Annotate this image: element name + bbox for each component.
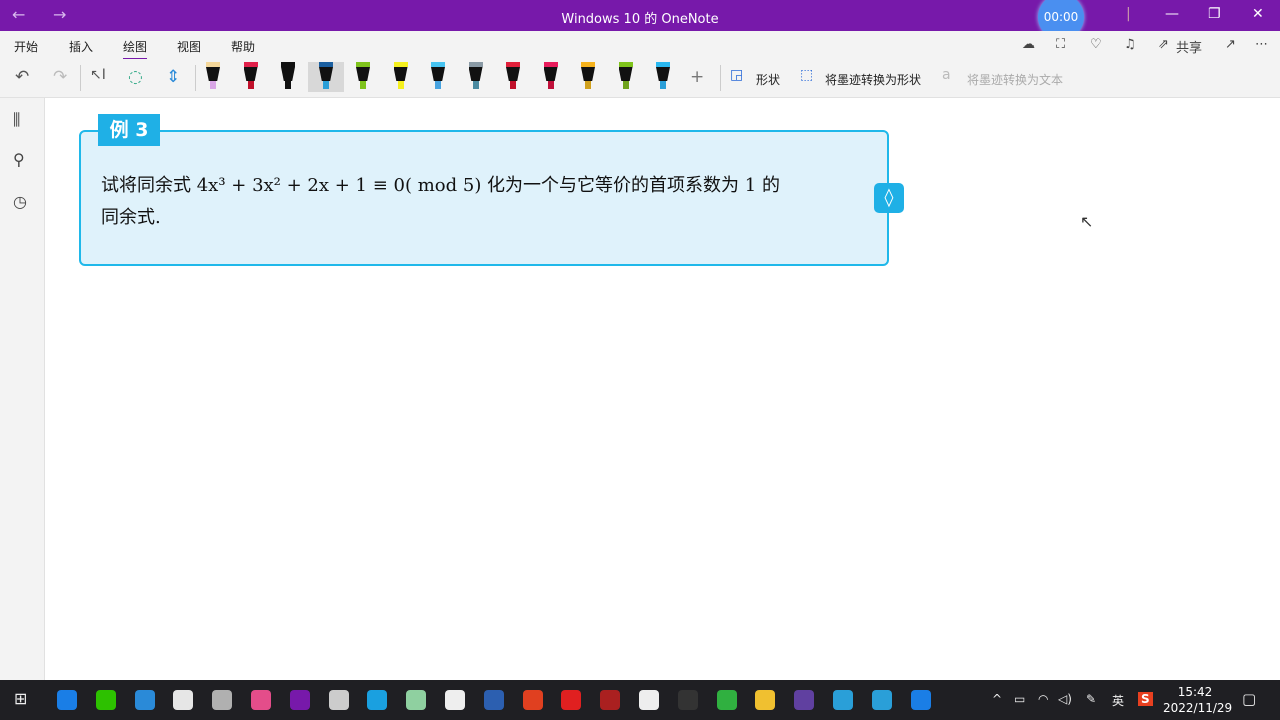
battery-icon[interactable]: ▭ (1014, 692, 1025, 706)
restore-button[interactable]: ❐ (1208, 6, 1221, 22)
pen-11[interactable] (581, 62, 595, 92)
pen-13[interactable] (656, 62, 670, 92)
ink-to-text-icon: a (942, 67, 951, 83)
taskbar-app-icon[interactable] (251, 690, 271, 710)
ink-to-shape-button[interactable]: 将墨迹转换为形状 (825, 71, 921, 88)
pen-4[interactable] (308, 62, 344, 92)
notebooks-icon[interactable]: ⫼ (13, 110, 20, 130)
fullscreen-icon[interactable]: ⛶ (1056, 37, 1065, 52)
sogou-icon[interactable]: S (1138, 692, 1153, 706)
undo-icon[interactable]: ↶ (15, 67, 29, 87)
shapes-icon[interactable]: ◲ (730, 67, 743, 83)
shapes-button[interactable]: 形状 (756, 71, 780, 88)
taskbar: ⊞ ^ ▭ ◠ ◁) ✎ 英 S 15:42 2022/11/29 ▢ (0, 680, 1280, 720)
window-title: Windows 10 的 OneNote (561, 12, 719, 27)
time: 15:42 (1177, 685, 1213, 699)
pen-12[interactable] (618, 62, 633, 92)
recent-icon[interactable]: ◷ (13, 192, 27, 211)
taskbar-app-icon[interactable] (134, 690, 155, 710)
share-icon[interactable]: ⇗ (1158, 37, 1169, 52)
taskbar-app-icon[interactable] (212, 690, 233, 710)
taskbar-app-icon[interactable] (367, 690, 388, 710)
mouse-cursor-icon: ↖ (1080, 212, 1094, 231)
pen-3[interactable] (281, 62, 295, 92)
taskbar-app-icon[interactable] (639, 690, 659, 710)
taskbar-app-icon[interactable] (716, 690, 737, 710)
search-icon[interactable]: ⚲ (13, 150, 25, 169)
taskbar-app-icon[interactable] (871, 690, 892, 710)
lightbulb-icon[interactable]: ♡ (1090, 37, 1102, 52)
taskbar-app-icon[interactable] (95, 690, 116, 710)
pen-6[interactable] (393, 62, 408, 92)
tab-draw[interactable]: 绘图 (123, 38, 148, 61)
text-line-2: 同余式. (101, 207, 161, 228)
taskbar-app-icon[interactable] (173, 690, 194, 710)
taskbar-app-icon[interactable] (289, 690, 310, 710)
taskbar-app-icon[interactable] (328, 690, 349, 710)
date: 2022/11/29 (1163, 701, 1233, 715)
pen-7[interactable] (431, 62, 445, 92)
taskbar-app-icon[interactable] (677, 690, 698, 710)
taskbar-app-icon[interactable] (561, 690, 582, 710)
taskbar-app-icon[interactable] (794, 690, 815, 710)
wifi-icon[interactable]: ◠ (1038, 692, 1048, 706)
close-button[interactable]: ✕ (1252, 6, 1264, 22)
redo-icon[interactable]: ↷ (53, 67, 67, 87)
pen-2[interactable] (243, 62, 258, 92)
notifications-icon[interactable]: ▢ (1242, 690, 1256, 708)
taskbar-app-icon[interactable] (755, 690, 776, 710)
example-label: 例 3 (98, 114, 160, 146)
ime-indicator[interactable]: 英 (1112, 692, 1124, 709)
start-icon[interactable]: ⊞ (14, 689, 27, 708)
bell-icon[interactable]: ♫ (1124, 37, 1136, 52)
ribbon-tabs: 开始 插入 绘图 视图 帮助 ☁ ⛶ ♡ ♫ ⇗ 共享 ↗ ⋯ (0, 31, 1280, 61)
ink-to-shape-icon[interactable]: ⬚ (800, 67, 813, 83)
tray-chevron-icon[interactable]: ^ (992, 692, 1002, 706)
ink-to-text-button: 将墨迹转换为文本 (967, 73, 1064, 87)
example-text: 试将同余式 4x³ + 3x² + 2x + 1 ≡ 0( mod 5) 化为一… (101, 170, 871, 234)
draw-toolbar: ↶ ↷ ↖I ◌ ⇕ + ◲ 形状 ⬚ 将墨迹转换为形状 a 将墨迹转换为文本 (0, 59, 1280, 98)
title-bar: ← → Windows 10 的 OneNote 00:00 | — ❐ ✕ (0, 0, 1280, 40)
pen-9[interactable] (506, 62, 520, 92)
pen-8[interactable] (468, 62, 483, 92)
container-handle[interactable]: ◊ (874, 183, 904, 213)
pen-5[interactable] (356, 62, 370, 92)
lasso-select-icon[interactable]: ◌ (128, 67, 143, 87)
type-select-icon[interactable]: ↖I (90, 67, 106, 83)
share-button[interactable]: 共享 (1176, 37, 1202, 56)
minimize-button[interactable]: — (1165, 6, 1179, 22)
pen-icon[interactable]: ✎ (1086, 692, 1096, 706)
tab-help[interactable]: 帮助 (231, 38, 255, 55)
taskbar-app-icon[interactable] (406, 690, 427, 710)
taskbar-app-icon[interactable] (445, 690, 465, 710)
tab-home[interactable]: 开始 (14, 38, 38, 55)
tab-view[interactable]: 视图 (177, 38, 201, 55)
add-space-icon[interactable]: ⇕ (166, 67, 180, 87)
taskbar-app-icon[interactable] (57, 690, 77, 710)
expand-icon[interactable]: ↗ (1225, 37, 1236, 52)
sync-icon[interactable]: ☁ (1022, 37, 1035, 52)
more-icon[interactable]: ⋯ (1255, 37, 1268, 52)
pen-10[interactable] (543, 62, 558, 92)
clock[interactable]: 15:42 2022/11/29 (1163, 684, 1233, 716)
taskbar-app-icon[interactable] (522, 690, 543, 710)
text-line-1: 试将同余式 4x³ + 3x² + 2x + 1 ≡ 0( mod 5) 化为一… (101, 175, 780, 196)
taskbar-app-icon[interactable] (483, 690, 504, 710)
taskbar-app-icon[interactable] (600, 690, 621, 710)
volume-icon[interactable]: ◁) (1058, 692, 1072, 706)
add-pen-icon[interactable]: + (690, 67, 704, 87)
taskbar-app-icon[interactable] (833, 690, 853, 710)
taskbar-app-icon[interactable] (910, 690, 931, 710)
navigation-sidebar: ⫼ ⚲ ◷ (0, 98, 45, 680)
tab-insert[interactable]: 插入 (69, 38, 93, 55)
pen-1[interactable] (206, 62, 220, 92)
